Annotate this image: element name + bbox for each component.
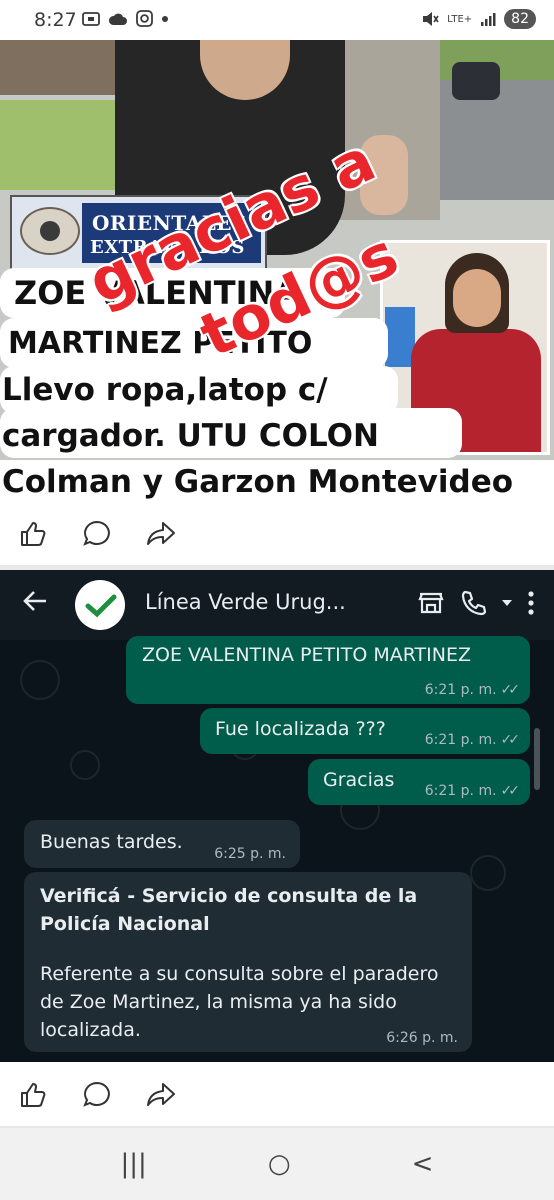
message-out-3[interactable]: Gracias 6:21 p. m. ✓✓ [308, 759, 530, 805]
checkmark-icon [85, 594, 117, 618]
message-text: Buenas tardes. [40, 831, 183, 853]
comment-icon[interactable] [80, 1078, 114, 1112]
home-icon[interactable]: ○ [268, 1149, 291, 1179]
share-icon[interactable] [144, 1078, 178, 1112]
doodle [470, 855, 506, 891]
mute-icon [423, 12, 439, 26]
share-icon[interactable] [144, 517, 178, 551]
message-time: 6:21 p. m. [424, 783, 497, 799]
message-text: Fue localizada ??? [215, 718, 386, 740]
battery-badge: 82 [504, 9, 536, 29]
message-in-2[interactable]: Verificá - Servicio de consulta de la Po… [24, 872, 472, 1052]
message-text: Gracias [323, 769, 395, 791]
like-icon[interactable] [16, 1078, 50, 1112]
caption-line-5: Colman y Garzon Montevideo [0, 460, 554, 503]
signal-icon [481, 13, 496, 26]
network-type: LTE+ [447, 13, 473, 25]
message-in-1[interactable]: Buenas tardes. 6:25 p. m. [24, 820, 300, 868]
chat-header: Línea Verde Urug... [0, 570, 554, 640]
instagram-icon [136, 10, 153, 27]
message-time: 6:21 p. m. [424, 732, 497, 748]
status-time: 8:27 [34, 9, 77, 31]
message-time: 6:26 p. m. [386, 1030, 458, 1046]
double-check-icon: ✓✓ [500, 783, 521, 799]
store-icon[interactable] [416, 588, 446, 618]
whatsapp-screenshot[interactable]: Línea Verde Urug... ZOE VALENTINA PETITO… [0, 570, 554, 1062]
like-icon[interactable] [16, 517, 50, 551]
message-out-2[interactable]: Fue localizada ??? 6:21 p. m. ✓✓ [200, 708, 530, 754]
dot-icon [162, 15, 168, 22]
doodle [70, 750, 100, 780]
message-time: 6:25 p. m. [214, 846, 286, 862]
message-title: Verificá - Servicio de consulta de la Po… [40, 885, 418, 935]
message-text: ZOE VALENTINA PETITO MARTINEZ [142, 644, 471, 666]
caption-line-2: MARTINEZ PETITO [0, 318, 388, 368]
double-check-icon: ✓✓ [500, 732, 521, 748]
cloud-icon [108, 13, 127, 25]
more-options-icon[interactable] [526, 589, 536, 617]
caption-line-3: Llevo ropa,latop c/ [0, 366, 398, 414]
header-actions [416, 588, 536, 618]
contact-name[interactable]: Línea Verde Urug... [145, 590, 346, 614]
dropdown-icon[interactable] [500, 596, 514, 610]
system-nav-bar: ||| ○ < [0, 1128, 554, 1200]
screenshot-icon [82, 11, 100, 26]
status-bar: 8:27 LTE+ 82 [0, 0, 554, 40]
double-check-icon: ✓✓ [500, 682, 521, 698]
doodle [20, 660, 60, 700]
contact-avatar[interactable] [75, 580, 125, 630]
status-icons-right: LTE+ 82 [421, 9, 536, 29]
post-actions-1 [0, 503, 554, 565]
message-out-1[interactable]: ZOE VALENTINA PETITO MARTINEZ 6:21 p. m.… [126, 636, 530, 704]
chat-body[interactable]: ZOE VALENTINA PETITO MARTINEZ 6:21 p. m.… [0, 636, 554, 1062]
photo-face [453, 269, 501, 327]
eye-icon [20, 207, 80, 255]
caption-line-4: cargador. UTU COLON [0, 408, 462, 458]
comment-icon[interactable] [80, 517, 114, 551]
message-time: 6:21 p. m. [424, 682, 497, 698]
back-icon[interactable]: < [412, 1149, 434, 1179]
post-image[interactable]: ORIENTALES EXTRAVIADOS ZOE VALENTINA MAR… [0, 40, 554, 503]
background-car [452, 62, 500, 100]
back-arrow-icon[interactable] [20, 586, 50, 621]
chat-scrollbar[interactable] [534, 728, 540, 790]
post-actions-2 [0, 1064, 554, 1126]
status-icons-left [82, 10, 169, 27]
phone-icon[interactable] [458, 588, 488, 618]
recent-apps-icon[interactable]: ||| [121, 1149, 147, 1179]
